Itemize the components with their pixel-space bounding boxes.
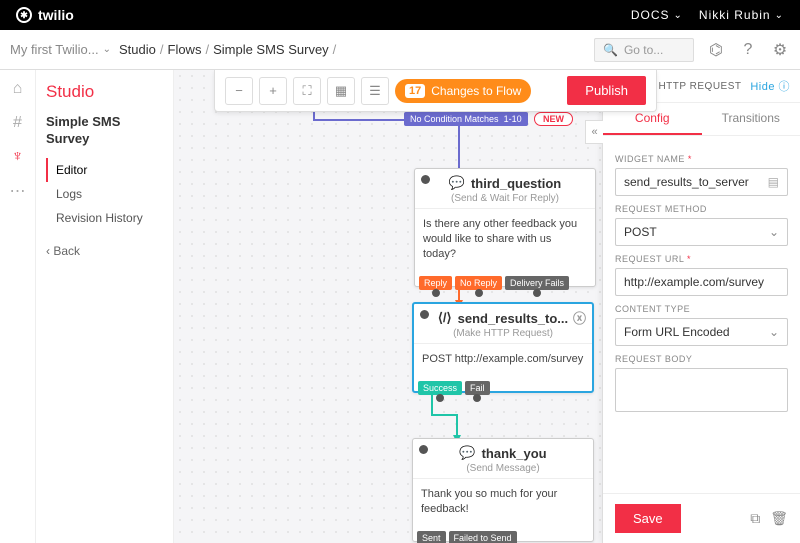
flow-name: Simple SMS Survey [46,114,163,148]
select-method[interactable]: POST [615,218,788,246]
twilio-logo-icon: ✱ [16,7,32,23]
new-chip[interactable]: NEW [534,112,573,126]
nav-editor[interactable]: Editor [46,158,163,182]
search-input[interactable]: 🔍 Go to... [594,38,694,62]
product-title: Studio [46,82,163,102]
fit-screen-button[interactable]: ⛶ [293,77,321,105]
changes-pill[interactable]: 17 Changes to Flow [395,79,531,103]
search-icon: 🔍 [603,43,618,57]
textarea-body[interactable] [615,368,788,412]
trash-icon[interactable]: 🗑 [770,510,788,527]
inspector-panel: « ‹ MAKE HTTP REQUEST Hide ⓘ Config Tran… [602,70,800,543]
user-menu[interactable]: Nikki Rubin ⌄ [699,8,784,22]
label-widget-name: WIDGET NAME * [615,154,788,164]
chat-icon: 💬 [449,175,465,191]
transition-delivery-fails[interactable]: Delivery Fails [505,276,569,290]
brand[interactable]: ✱ twilio [16,7,74,23]
zoom-out-button[interactable]: − [225,77,253,105]
grid-button[interactable]: ▦ [327,77,355,105]
code-icon: ⟨/⟩ [438,310,452,326]
transition-failed-to-send[interactable]: Failed to Send [449,531,517,543]
widget-third-question[interactable]: 💬 third_question (Send & Wait For Reply)… [414,168,596,287]
select-content-type[interactable]: Form URL Encoded [615,318,788,346]
home-icon[interactable]: ⌂ [7,78,29,100]
nav-logs[interactable]: Logs [46,182,163,206]
input-port-icon[interactable] [420,310,429,319]
canvas-toolbar: − + ⛶ ▦ ☰ 17 Changes to Flow Publish [214,70,657,112]
settings-gear-icon[interactable]: ⚙ [770,40,790,60]
crumb[interactable]: Studio [119,42,156,57]
flow-canvas[interactable]: − + ⛶ ▦ ☰ 17 Changes to Flow Publish No … [174,70,800,543]
input-widget-name[interactable]: send_results_to_server▤ [615,168,788,196]
left-rail: ⌂ # ♆ ⋯ [0,70,36,543]
transition-no-reply[interactable]: No Reply [455,276,502,290]
chevron-down-icon: ⌄ [775,10,784,21]
collapse-panel-button[interactable]: « [585,120,603,144]
publish-button[interactable]: Publish [567,76,646,105]
breadcrumb-bar: My first Twilio... ⌄ Studio/ Flows/ Simp… [0,30,800,70]
condition-chip[interactable]: No Condition Matches 1-10 [404,112,528,126]
transition-fail[interactable]: Fail [465,381,490,395]
back-link[interactable]: ‹ Back [46,244,163,258]
side-nav: Studio Simple SMS Survey Editor Logs Rev… [36,70,174,543]
save-button[interactable]: Save [615,504,681,533]
input-port-icon[interactable] [419,445,428,454]
chevron-down-icon: ⌄ [103,44,111,55]
layout-button[interactable]: ☰ [361,77,389,105]
transition-reply[interactable]: Reply [419,276,452,290]
zoom-in-button[interactable]: + [259,77,287,105]
debug-icon[interactable]: ⌬ [706,40,726,60]
crumb[interactable]: Flows [168,42,202,57]
transition-sent[interactable]: Sent [417,531,446,543]
more-icon[interactable]: ⋯ [7,180,29,202]
widget-thank-you[interactable]: 💬 thank_you (Send Message) Thank you so … [412,438,594,542]
close-icon[interactable]: ⓧ [573,308,586,327]
duplicate-icon[interactable]: ⧉ [750,510,760,527]
brand-text: twilio [38,7,74,23]
studio-flow-icon[interactable]: ♆ [7,146,29,168]
hide-link[interactable]: Hide ⓘ [750,78,790,94]
input-url[interactable]: http://example.com/survey [615,268,788,296]
label-method: REQUEST METHOD [615,204,788,214]
expand-icon[interactable]: ▤ [768,175,779,189]
chat-icon: 💬 [459,445,475,461]
transition-success[interactable]: Success [418,381,462,395]
docs-link[interactable]: DOCS ⌄ [631,8,683,22]
tab-transitions[interactable]: Transitions [702,103,800,135]
label-content-type: CONTENT TYPE [615,304,788,314]
hash-icon[interactable]: # [7,112,29,134]
input-port-icon[interactable] [421,175,430,184]
nav-revision-history[interactable]: Revision History [46,206,163,230]
crumb[interactable]: Simple SMS Survey [213,42,329,57]
help-icon[interactable]: ? [738,40,758,60]
project-selector[interactable]: My first Twilio... ⌄ [10,42,111,57]
chevron-down-icon: ⌄ [674,10,683,21]
breadcrumb: Studio/ Flows/ Simple SMS Survey/ [119,42,336,57]
help-circle-icon: ⓘ [779,81,791,93]
label-body: REQUEST BODY [615,354,788,364]
widget-send-results[interactable]: ⟨/⟩ send_results_to... ⓧ (Make HTTP Requ… [412,302,594,393]
label-url: REQUEST URL * [615,254,788,264]
top-bar: ✱ twilio DOCS ⌄ Nikki Rubin ⌄ [0,0,800,30]
